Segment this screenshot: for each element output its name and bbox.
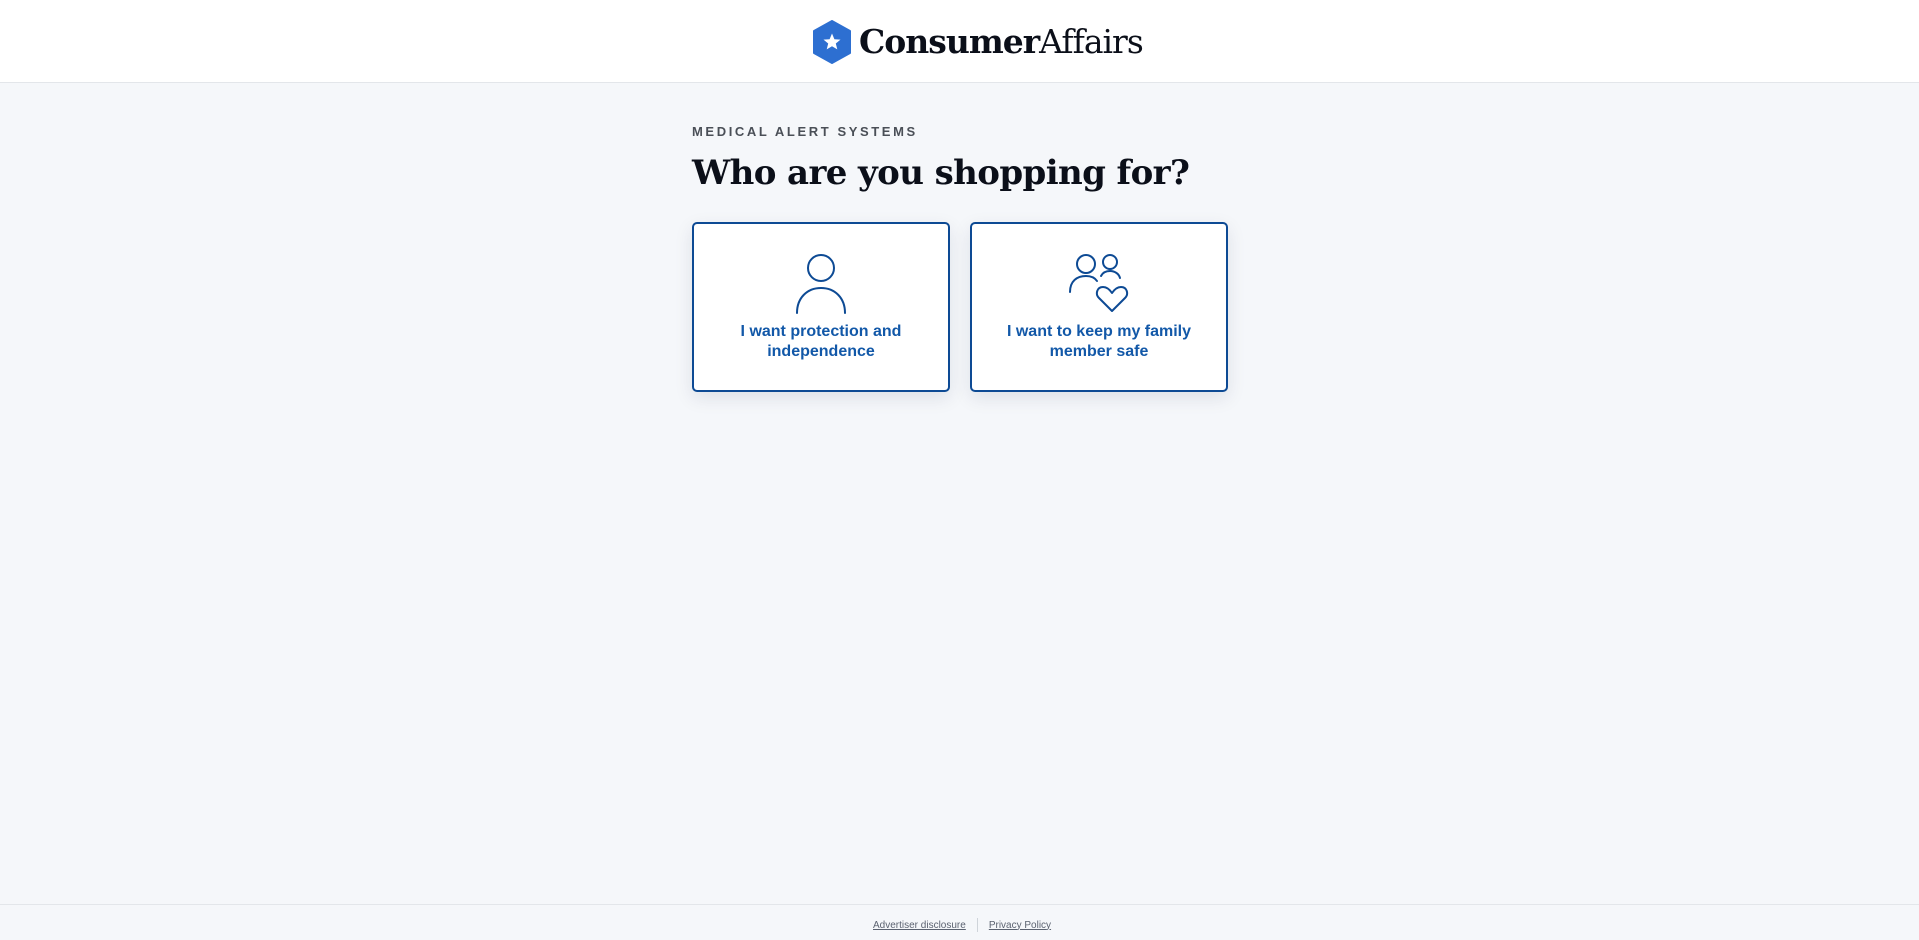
option-family-label: I want to keep my family member safe	[1006, 323, 1192, 360]
footer-links: Advertiser disclosure Privacy Policy	[873, 918, 1051, 932]
privacy-policy-link[interactable]: Privacy Policy	[989, 920, 1051, 931]
site-footer: Advertiser disclosure Privacy Policy	[0, 904, 1919, 940]
option-self-label: I want protection and independence	[740, 323, 902, 360]
person-icon	[796, 254, 846, 314]
advertiser-disclosure-link[interactable]: Advertiser disclosure	[873, 920, 966, 931]
category-eyebrow: MEDICAL ALERT SYSTEMS	[692, 124, 918, 139]
star-hexagon-icon	[813, 20, 851, 64]
page-title: Who are you shopping for?	[692, 153, 1190, 193]
site-header: ConsumerAffairs	[0, 0, 1919, 83]
option-family-card[interactable]: I want to keep my family member safe	[970, 222, 1228, 392]
logo-wordmark-light: Affairs	[1039, 22, 1144, 61]
logo-wordmark-bold: Consumer	[859, 22, 1040, 61]
consumeraffairs-logo[interactable]: ConsumerAffairs	[812, 20, 1144, 64]
footer-divider	[976, 918, 978, 932]
question-section: MEDICAL ALERT SYSTEMS Who are you shoppi…	[692, 122, 1228, 392]
answer-options: I want protection and independence I wan…	[692, 222, 1228, 392]
family-heart-icon	[1069, 254, 1129, 312]
option-self-card[interactable]: I want protection and independence	[692, 222, 950, 392]
logo-wordmark: ConsumerAffairs	[859, 20, 1144, 64]
